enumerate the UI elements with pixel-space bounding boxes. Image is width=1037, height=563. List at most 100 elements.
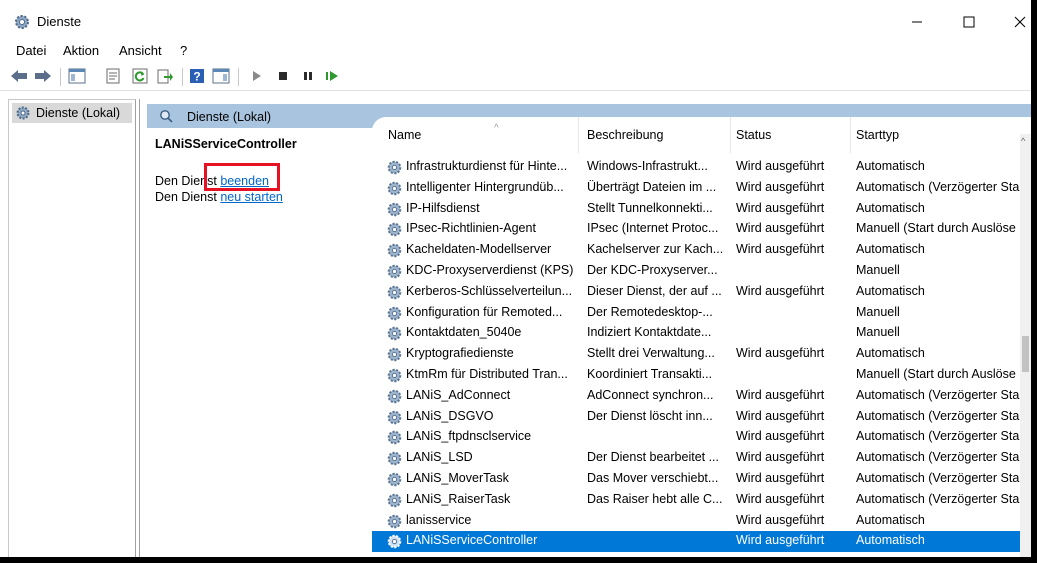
service-detail-pane: LANiSServiceController Den Dienst beende… [147,128,372,557]
toolbar-separator [182,68,183,86]
forward-button[interactable] [33,66,53,86]
cell-status: Wird ausgeführt [736,512,825,527]
restart-service-link[interactable]: neu starten [220,190,283,204]
toolbar-separator [238,68,239,86]
close-icon [1014,16,1026,28]
column-header-startup[interactable]: Starttyp [856,117,1020,153]
service-gear-icon [387,243,402,258]
back-button[interactable] [9,66,29,86]
pane-splitter[interactable] [139,99,146,557]
cell-description: Indiziert Kontaktdate... [587,325,712,340]
column-header-description[interactable]: Beschreibung [587,117,731,153]
cell-startup-type: Manuell (Start durch Auslöse [856,367,1016,381]
close-button[interactable] [1000,8,1031,36]
tree-item-services-local[interactable]: Dienste (Lokal) [12,103,132,123]
cell-name: LANiS_LSD [406,450,473,465]
cell-description: Der Dienst bearbeitet ... [587,450,720,465]
cell-startup-type: Manuell [856,304,900,319]
table-row[interactable]: Kontaktdaten_5040e Indiziert Kontaktdate.… [372,323,1020,344]
menu-ansicht[interactable]: Ansicht [119,43,162,58]
pause-service-button[interactable] [298,66,318,86]
table-row[interactable]: Intelligenter Hintergrundüb... Überträgt … [372,178,1020,199]
table-row[interactable]: LANiS_DSGVO Der Dienst löscht inn... Wird … [372,407,1020,428]
menu-help[interactable]: ? [180,43,187,58]
scrollbar-thumb[interactable] [1022,336,1029,372]
help-button[interactable]: ? [187,66,207,86]
minimize-button[interactable] [897,8,937,36]
cell-startup-type: Manuell [856,263,900,277]
vertical-scrollbar[interactable]: ^ [1020,134,1031,557]
properties-icon [106,68,120,84]
table-row[interactable]: Infrastrukturdienst für Hinte... Windows-… [372,157,1020,178]
table-row[interactable]: Konfiguration für Remoted... Der Remotede… [372,303,1020,324]
restart-service-prefix: Den Dienst [155,190,221,204]
table-row[interactable]: lanisservice Wird ausgeführt Automatisch [372,511,1020,532]
services-window: Dienste Datei Aktion Ansicht ? ? Dienste… [0,0,1031,557]
table-row[interactable]: Kacheldaten-Modellserver Kachelserver zur… [372,240,1020,261]
table-row[interactable]: LANiS_LSD Der Dienst bearbeitet ... Wird a… [372,448,1020,469]
column-header-status[interactable]: Status [736,117,851,153]
restart-service-button[interactable] [322,66,342,86]
table-row-selected[interactable]: LANiSServiceController Wird ausgeführt Aut… [372,531,1020,553]
cell-name: LANiS_ftpdnsclservice [406,429,532,444]
cell-startup-type: Automatisch [856,159,925,173]
cell-name: LANiS_DSGVO [406,408,494,423]
cell-description: Der KDC-Proxyserver... [587,263,718,277]
cell-startup-type: Automatisch [856,200,925,215]
export-icon [157,69,173,84]
action-pane-button[interactable] [211,66,231,86]
cell-description: Der Remotedesktop-... [587,304,713,319]
cell-startup-type: Automatisch [856,346,925,361]
forward-arrow-icon [35,70,51,82]
restart-icon [326,71,338,81]
refresh-button[interactable] [130,66,150,86]
table-row[interactable]: LANiS_RaiserTask Das Raiser hebt alle C..… [372,490,1020,511]
cell-name: KtmRm für Distributed Tran... [406,367,568,381]
cell-description: AdConnect synchron... [587,387,714,402]
cell-description: Der Dienst löscht inn... [587,408,713,423]
cell-name: LANiS_MoverTask [406,471,509,485]
service-gear-icon [387,389,402,404]
cell-status: Wird ausgeführt [736,159,825,173]
scroll-up-icon[interactable]: ^ [1021,136,1025,146]
table-row[interactable]: KDC-Proxyserverdienst (KPS) Der KDC-Proxy… [372,261,1020,282]
search-icon [160,110,173,123]
cell-name: Kacheldaten-Modellserver [406,242,552,257]
tree-item-label: Dienste (Lokal) [36,106,121,120]
table-row[interactable]: LANiS_ftpdnsclservice Wird ausgeführt Auto… [372,427,1020,448]
table-row[interactable]: Kryptografiedienste Stellt drei Verwaltun… [372,344,1020,365]
column-header-name[interactable]: ^ Name [388,117,579,153]
cell-startup-type: Automatisch (Verzögerter Sta [856,408,1020,423]
start-service-button[interactable] [247,66,267,86]
service-gear-icon [387,472,402,487]
console-tree-button[interactable] [67,66,87,86]
menu-datei[interactable]: Datei [16,43,46,58]
export-list-button[interactable] [155,66,175,86]
table-row[interactable]: LANiS_MoverTask Das Mover verschiebt... Wi… [372,469,1020,490]
cell-name: Infrastrukturdienst für Hinte... [406,159,568,173]
cell-status: Wird ausgeführt [736,491,825,506]
services-gear-icon [15,15,29,29]
cell-name: LANiS_AdConnect [406,387,511,402]
cell-status: Wird ausgeführt [736,408,825,423]
pause-icon [304,72,312,80]
service-gear-icon [387,264,402,279]
table-row[interactable]: IPsec-Richtlinien-Agent IPsec (Internet P… [372,219,1020,240]
table-row[interactable]: LANiS_AdConnect AdConnect synchron... Wird… [372,386,1020,407]
stop-service-button[interactable] [273,66,293,86]
table-row[interactable]: Kerberos-Schlüsselverteilun... Dieser Die… [372,282,1020,303]
cell-status: Wird ausgeführt [736,242,825,257]
table-row[interactable]: IP-Hilfsdienst Stellt Tunnelkonnekti... Wi… [372,199,1020,220]
service-gear-icon [387,410,402,424]
service-gear-icon [387,493,402,508]
cell-startup-type: Automatisch [856,283,925,298]
help-icon: ? [190,69,204,84]
properties-button[interactable] [103,66,123,86]
minimize-icon [912,21,922,23]
table-row[interactable]: KtmRm für Distributed Tran... Koordiniert… [372,365,1020,386]
cell-description: Windows-Infrastrukt... [587,159,708,173]
cell-startup-type: Automatisch [856,242,925,257]
menu-aktion[interactable]: Aktion [63,43,99,58]
panel-header-title: Dienste (Lokal) [187,110,272,124]
maximize-button[interactable] [949,8,989,36]
